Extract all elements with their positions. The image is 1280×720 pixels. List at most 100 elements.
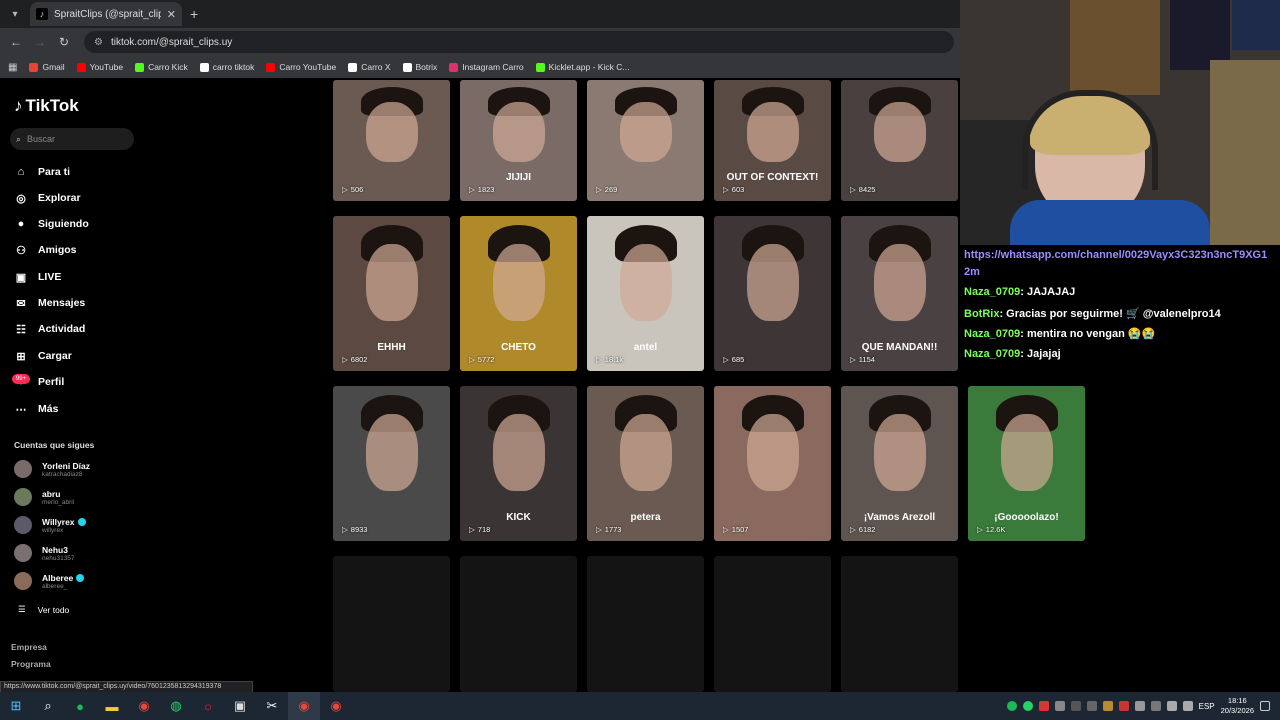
- store-icon[interactable]: ▣: [224, 692, 256, 720]
- video-thumbnail[interactable]: ▷ 8933: [333, 386, 450, 541]
- tray-app-icon[interactable]: [1150, 701, 1161, 711]
- thumbnail-face: [619, 101, 673, 163]
- whatsapp-icon[interactable]: ◍: [160, 692, 192, 720]
- view-count-text: 1773: [604, 525, 622, 534]
- bookmark-item[interactable]: Instagram Carro: [449, 62, 524, 72]
- sidebar-item-para-ti[interactable]: ⌂ Para ti: [14, 165, 70, 179]
- video-thumbnail[interactable]: ▷ 685: [714, 216, 831, 371]
- sidebar-item-amigos[interactable]: ⚇ Amigos: [14, 243, 76, 257]
- tray-app-icon[interactable]: [1054, 701, 1065, 711]
- video-thumbnail[interactable]: ▷ 8425: [841, 80, 958, 201]
- bookmark-item[interactable]: Botrix: [402, 62, 437, 72]
- view-count-text: 1823: [477, 185, 495, 194]
- tiktok-logo[interactable]: ♪ TikTok: [14, 96, 79, 116]
- video-thumbnail[interactable]: KICK ▷ 718: [460, 386, 577, 541]
- new-tab-icon[interactable]: +: [190, 6, 198, 22]
- tray-app-icon[interactable]: [1086, 701, 1097, 711]
- system-tray: ESP 18:16 20/3/2026: [1006, 692, 1280, 720]
- followed-account[interactable]: Yorleni Díaz katrachadiaz8: [14, 460, 90, 478]
- view-count-text: 12.6K: [985, 525, 1006, 534]
- chat-text: : Gracias por seguirme! 🛒 @valenelpro14: [999, 308, 1221, 320]
- bookmark-item[interactable]: Carro YouTube: [266, 62, 336, 72]
- network-icon[interactable]: [1166, 701, 1177, 711]
- file-explorer-icon[interactable]: ▬: [96, 692, 128, 720]
- tray-app-icon[interactable]: [1102, 701, 1113, 711]
- bookmark-item[interactable]: YouTube: [76, 62, 123, 72]
- video-thumbnail[interactable]: antel ▷ 18.1k: [587, 216, 704, 371]
- forward-icon[interactable]: →: [28, 35, 52, 49]
- followed-account[interactable]: Alberee alberee_: [14, 572, 85, 590]
- bookmark-item[interactable]: Gmail: [29, 62, 65, 72]
- footer-link-empresa[interactable]: Empresa: [11, 642, 47, 652]
- sidebar-item-live[interactable]: ▣ LIVE: [14, 270, 62, 284]
- whatsapp-tray-icon[interactable]: [1022, 701, 1033, 711]
- opera-icon[interactable]: ○: [192, 692, 224, 720]
- sidebar-item-m-s[interactable]: ⋯ Más: [14, 402, 59, 416]
- video-thumbnail[interactable]: EHHH ▷ 6802: [333, 216, 450, 371]
- followed-account[interactable]: Nehu3 nehu31357: [14, 544, 75, 562]
- reload-icon[interactable]: ↻: [52, 35, 76, 49]
- capcut-icon[interactable]: ✂: [256, 692, 288, 720]
- webcam-door: [1210, 60, 1280, 245]
- chat-link-text[interactable]: 2m: [964, 266, 980, 278]
- browser-tab[interactable]: ♪ SpraitClips (@sprait_clips.uy) | T ✕: [30, 2, 182, 26]
- tiktok-sidebar: ♪ TikTok ⌕ Buscar ⌂ Para ti ◎ Explorar ● Sigu…: [0, 80, 145, 692]
- video-thumbnail[interactable]: ▷ 1507: [714, 386, 831, 541]
- tray-app-icon[interactable]: [1134, 701, 1145, 711]
- sidebar-item-siguiendo[interactable]: ● Siguiendo: [14, 217, 89, 231]
- tab-title: SpraitClips (@sprait_clips.uy) | T: [54, 8, 161, 20]
- video-thumbnail[interactable]: ▷ 506: [333, 80, 450, 201]
- site-info-icon[interactable]: ⚙: [94, 37, 103, 48]
- chat-username: Naza_0709: [964, 328, 1021, 340]
- search-taskbar-icon[interactable]: ⌕: [32, 692, 64, 720]
- followed-account[interactable]: abru merlo_abril: [14, 488, 74, 506]
- account-name: Alberee: [42, 573, 85, 583]
- video-thumbnail[interactable]: QUE MANDAN!! ▷ 1154: [841, 216, 958, 371]
- video-thumbnail[interactable]: JIJIJI ▷ 1823: [460, 80, 577, 201]
- see-all-button[interactable]: ☰ Ver todo: [18, 604, 69, 615]
- video-thumbnail[interactable]: ▷ 269: [587, 80, 704, 201]
- chrome-icon[interactable]: ◉: [128, 692, 160, 720]
- video-thumbnail[interactable]: ¡Gooooolazo! ▷ 12.6K: [968, 386, 1085, 541]
- bookmark-item[interactable]: carro tiktok: [199, 62, 254, 72]
- bookmark-item[interactable]: Kicklet.app - Kick C...: [535, 62, 629, 72]
- account-name: Nehu3: [42, 545, 75, 555]
- close-tab-icon[interactable]: ✕: [167, 8, 176, 21]
- notification-icon[interactable]: [1260, 701, 1270, 711]
- video-thumbnail[interactable]: petera ▷ 1773: [587, 386, 704, 541]
- volume-icon[interactable]: [1182, 701, 1193, 711]
- spotify-tray-icon[interactable]: [1006, 701, 1017, 711]
- bookmark-item[interactable]: Carro X: [348, 62, 391, 72]
- sidebar-item-explorar[interactable]: ◎ Explorar: [14, 191, 80, 205]
- video-thumbnail[interactable]: OUT OF CONTEXT! ▷ 603: [714, 80, 831, 201]
- search-input[interactable]: ⌕ Buscar: [10, 128, 134, 150]
- back-icon[interactable]: ←: [4, 35, 28, 49]
- language-indicator[interactable]: ESP: [1199, 702, 1215, 711]
- avatar: [14, 460, 32, 478]
- tray-app-icon[interactable]: [1070, 701, 1081, 711]
- sidebar-item-cargar[interactable]: ⊞ Cargar: [14, 349, 71, 363]
- followed-account[interactable]: Willyrex willyrex: [14, 516, 86, 534]
- chat-link-text[interactable]: https://whatsapp.com/channel/0029Vayx3C3…: [964, 249, 1267, 261]
- play-icon: ▷: [596, 525, 602, 534]
- view-count-text: 1507: [731, 525, 749, 534]
- clock[interactable]: 18:16 20/3/2026: [1221, 696, 1254, 716]
- footer-link-programa[interactable]: Programa: [11, 659, 51, 669]
- chrome-profile-icon[interactable]: ◉: [320, 692, 352, 720]
- url-field[interactable]: ⚙ tiktok.com/@sprait_clips.uy: [84, 31, 954, 53]
- tray-app-icon[interactable]: [1038, 701, 1049, 711]
- apps-grid-icon[interactable]: ▦: [8, 62, 17, 73]
- sidebar-item-mensajes[interactable]: ✉ Mensajes: [14, 296, 85, 310]
- tab-search-dropdown-icon[interactable]: ▾: [4, 3, 26, 25]
- video-caption: petera: [630, 512, 661, 523]
- windows-start-icon[interactable]: ⊞: [0, 692, 32, 720]
- tray-app-icon[interactable]: [1118, 701, 1129, 711]
- sidebar-item-actividad[interactable]: ☷ Actividad: [14, 322, 85, 336]
- view-count: ▷ 6182: [850, 525, 875, 534]
- view-count-text: 506: [350, 185, 364, 194]
- video-thumbnail[interactable]: ¡Vamos Arezoll ▷ 6182: [841, 386, 958, 541]
- chrome-active-icon[interactable]: ◉: [288, 692, 320, 720]
- spotify-icon[interactable]: ●: [64, 692, 96, 720]
- video-thumbnail[interactable]: CHETO ▷ 5772: [460, 216, 577, 371]
- bookmark-item[interactable]: Carro Kick: [135, 62, 188, 72]
